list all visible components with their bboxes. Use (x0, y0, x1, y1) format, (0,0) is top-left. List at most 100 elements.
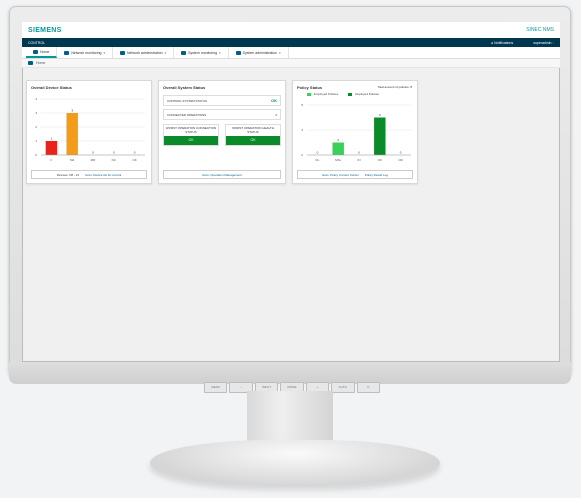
policy-current-center-link[interactable]: Goto: Policy Current Center (322, 173, 359, 177)
policy-chart-bar-ok[interactable] (374, 117, 386, 156)
monitor-button-row: MENU − INPUT MODE + AUTO ⏻ (204, 382, 380, 393)
control-system-status-row: CONTROL SYSTEM STATUS OK (163, 95, 281, 106)
product-name: SINEC NMS (526, 27, 554, 33)
notifications-button[interactable]: ● Notifications (491, 41, 513, 45)
chevron-down-icon: ▾ (103, 50, 106, 55)
monitor-stand-base (150, 440, 440, 486)
nav-network-administration-label: Network administration (127, 50, 163, 55)
policy-chart-value-label-or: 0 (400, 151, 402, 155)
device-chart-value-label-mr: 0 (92, 151, 94, 155)
device-list-link[interactable]: Goto: Device list for control (85, 173, 121, 177)
system-status-panel: Overall System Status CONTROL SYSTEM STA… (158, 80, 286, 184)
nav-home[interactable]: Home (26, 47, 58, 58)
device-chart-ytick-4: 4 (35, 97, 37, 101)
policy-chart-value-label-msl: 2 (337, 138, 339, 142)
device-chart-category-label-ma: MA (70, 158, 75, 162)
legend-deployed-label: Deployed Policies (355, 92, 380, 96)
monitor-chin (9, 362, 571, 384)
connected-operations-label: CONNECTED OPERATIONS (167, 112, 207, 117)
monitor-power-button[interactable]: ⏻ (356, 382, 380, 393)
breadcrumb-home[interactable]: Home (36, 61, 45, 65)
user-label: superadmin (533, 40, 552, 45)
policy-chart-category-label-msl: MSL (335, 158, 342, 162)
device-chart-value-label-ma: 3 (71, 109, 73, 113)
nav-home-label: Home (40, 49, 50, 54)
system-status-footer: Goto: Operation Management (163, 170, 281, 179)
nav-system-administration[interactable]: System administration ▾ (229, 47, 289, 58)
screen: SIEMENS SINEC NMS CONTROL ● Notification… (22, 22, 560, 362)
policy-status-chart: 0 4 8 0 DL 2 MSL 0 IN 6 OK 0 OR (301, 103, 411, 162)
chevron-down-icon: ▾ (219, 50, 221, 55)
monitor-icon (64, 50, 70, 55)
device-chart-ytick-3: 3 (35, 111, 37, 115)
connected-operations-row: CONNECTED OPERATIONS 2 (163, 109, 281, 120)
gauge-icon (181, 50, 187, 55)
connection-status-label: WORST OPERATION CONNECTION STATUS (165, 126, 217, 134)
chevron-down-icon: ▾ (164, 50, 167, 55)
nav-network-monitoring[interactable]: Network monitoring ▾ (57, 47, 114, 58)
connection-status-value: OK (164, 136, 218, 146)
connection-status-card: WORST OPERATION CONNECTION STATUS OK (163, 124, 219, 147)
legend-deployed: Deployed Policies (348, 92, 379, 96)
monitor-menu-button[interactable]: MENU (204, 382, 228, 393)
policy-chart-value-label-in: 0 (358, 151, 360, 155)
health-status-label: WORST OPERATION HEALTH STATUS (232, 126, 274, 134)
breadcrumb: Home (22, 59, 560, 68)
device-chart-bar-f[interactable] (45, 141, 58, 155)
device-count-text: Devices: Off - 12 (56, 172, 80, 177)
policy-chart-ytick-2: 8 (301, 103, 303, 107)
device-chart-ytick-1: 1 (35, 139, 37, 143)
policy-chart-category-label-dl: DL (315, 158, 319, 162)
health-status-value: OK (226, 136, 280, 146)
legend-employed: Employed Policies (307, 92, 338, 96)
policy-chart-category-label-in: IN (358, 158, 361, 162)
nav-system-monitoring[interactable]: System monitoring ▾ (174, 47, 229, 58)
device-chart-bar-ma[interactable] (66, 113, 78, 155)
policy-chart-value-label-ok: 6 (379, 113, 381, 117)
top-bar: SIEMENS SINEC NMS (22, 22, 560, 38)
device-chart-ytick-0: 0 (35, 153, 37, 157)
nav-network-monitoring-label: Network monitoring (71, 50, 102, 55)
notifications-label: Notifications (494, 40, 514, 45)
bell-icon: ● (491, 40, 494, 45)
operation-health-grid: WORST OPERATION CONNECTION STATUS OK WOR… (163, 124, 281, 147)
legend-employed-label: Employed Policies (313, 92, 339, 96)
device-chart-value-label-f: 1 (51, 137, 53, 141)
home-icon (33, 49, 38, 54)
policy-chart-category-label-ok: OK (378, 158, 382, 162)
policy-chart-bar-msl[interactable] (332, 142, 344, 156)
app-bar: CONTROL ● Notifications superadmin ▾ (22, 38, 560, 47)
admin-icon (235, 50, 241, 55)
monitor-auto-button[interactable]: AUTO (331, 382, 355, 393)
policy-chart-value-label-dl: 0 (317, 151, 319, 155)
health-status-card: WORST OPERATION HEALTH STATUS OK (225, 124, 281, 147)
nav-network-administration[interactable]: Network administration ▾ (113, 47, 175, 58)
chevron-down-icon: ▾ (279, 50, 281, 55)
device-chart-category-label-nc: NC (112, 158, 117, 162)
chevron-down-icon: ▾ (552, 40, 554, 45)
control-system-status-value: OK (271, 98, 277, 103)
policy-chart-ytick-0: 0 (301, 153, 303, 157)
device-status-panel: Overall Device Status 0 1 2 3 4 1 F 3 MA 0 MR 0 NC 0 O… (26, 80, 152, 184)
policy-status-panel: Policy Status Total amount of policies: … (292, 80, 418, 184)
policy-chart-category-label-or: OR (398, 158, 403, 162)
main-nav: Home Network monitoring ▾ Network admini… (22, 47, 560, 59)
policy-status-footer: Goto: Policy Current Center Policy Resul… (297, 170, 413, 179)
device-chart-ytick-2: 2 (35, 125, 37, 129)
user-menu[interactable]: superadmin ▾ (533, 41, 554, 45)
connected-operations-value: 2 (275, 112, 277, 117)
control-system-status-label: CONTROL SYSTEM STATUS (167, 98, 207, 103)
device-chart-category-label-mr: MR (91, 158, 96, 162)
policy-result-log-link[interactable]: Policy Result Log (365, 173, 388, 177)
network-icon (120, 50, 126, 55)
section-title: CONTROL (28, 40, 46, 45)
device-chart-value-label-nc: 0 (113, 151, 115, 155)
nav-system-monitoring-label: System monitoring (188, 50, 218, 55)
policy-chart-ytick-1: 4 (301, 128, 303, 132)
legend-deployed-swatch (348, 92, 353, 96)
nav-system-administration-label: System administration (242, 50, 278, 55)
system-status-title: Overall System Status (163, 85, 206, 90)
operation-management-link[interactable]: Goto: Operation Management (202, 173, 242, 177)
home-icon (28, 61, 33, 65)
device-chart-category-label-f: F (50, 158, 52, 162)
